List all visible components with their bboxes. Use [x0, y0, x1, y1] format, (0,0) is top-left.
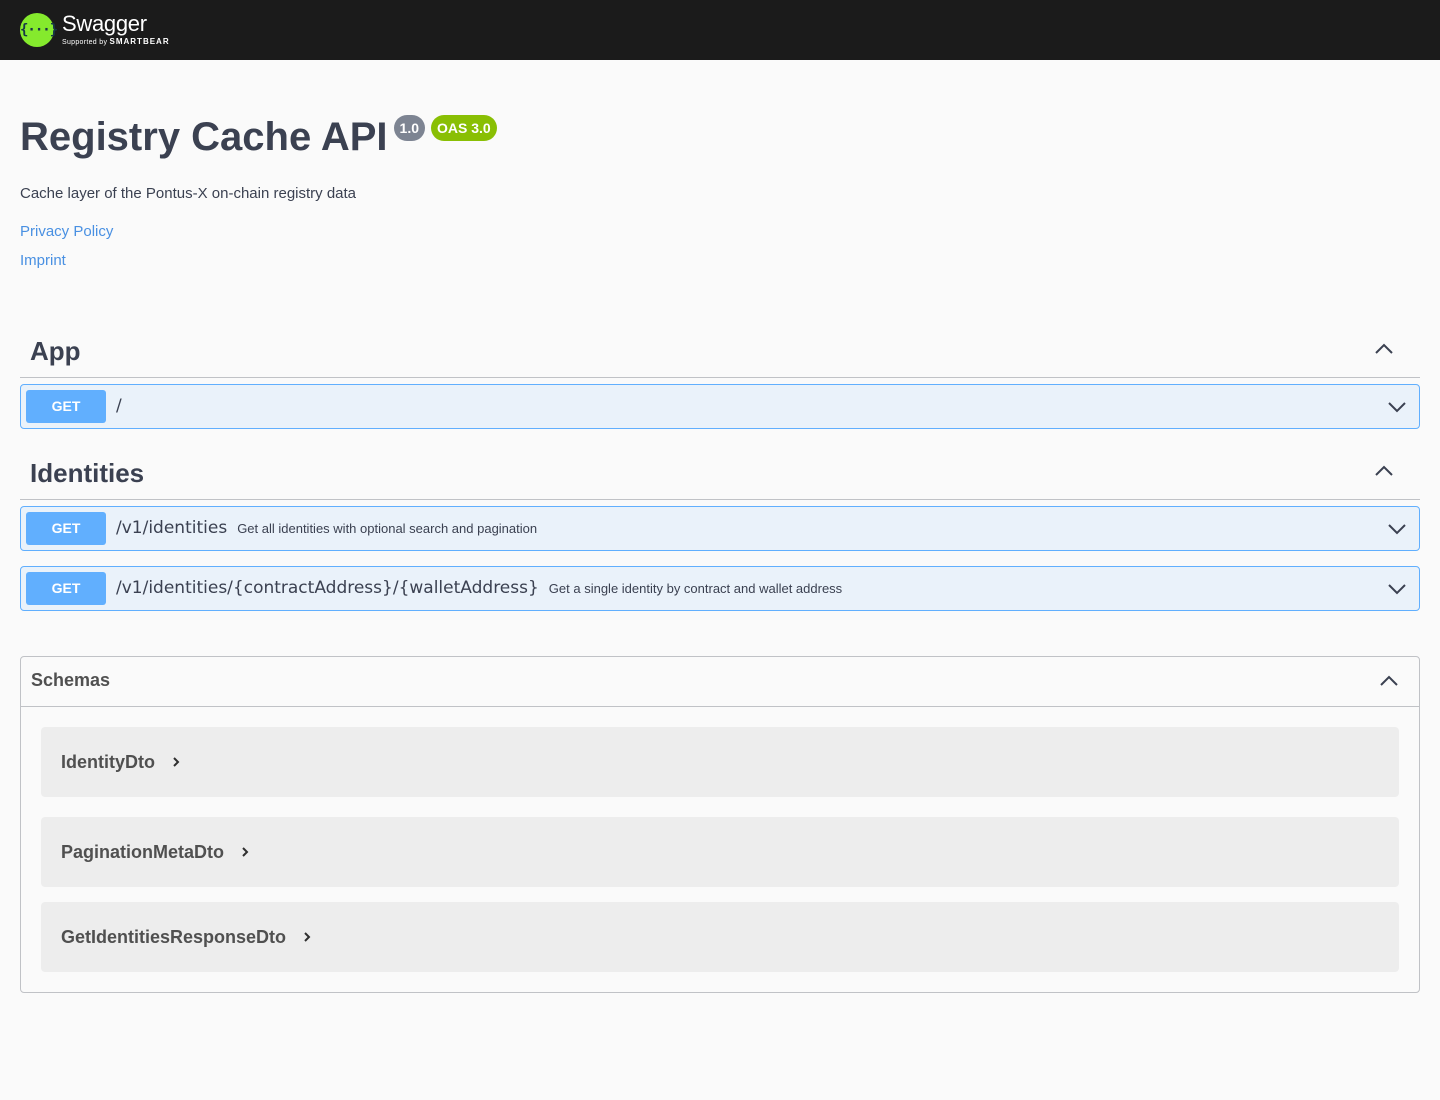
schema-item[interactable]: IdentityDto [41, 727, 1399, 797]
chevron-up-icon[interactable] [1374, 461, 1394, 481]
schemas-title: Schemas [31, 670, 111, 690]
oas-badge: OAS 3.0 [431, 115, 497, 141]
privacy-policy-link[interactable]: Privacy Policy [20, 222, 113, 242]
method-badge: GET [26, 512, 106, 545]
api-title: Registry Cache API 1.0 OAS 3.0 [20, 110, 497, 164]
opblock-get-identities[interactable]: GET /v1/identities Get all identities wit… [20, 506, 1420, 551]
chevron-down-icon[interactable] [1387, 397, 1407, 417]
chevron-right-icon[interactable] [240, 845, 250, 859]
tag-title: Identities [30, 458, 145, 488]
opblock-get-root[interactable]: GET / [20, 384, 1420, 429]
swagger-logo[interactable]: {···} Swagger Supported by SMARTBEAR [20, 10, 170, 50]
opblock-get-identity[interactable]: GET /v1/identities/{contractAddress}/{wa… [20, 566, 1420, 611]
tag-title: App [30, 336, 81, 366]
operation-summary: Get a single identity by contract and wa… [548, 581, 843, 596]
schema-name: PaginationMetaDto [61, 840, 250, 864]
schema-name: GetIdentitiesResponseDto [61, 925, 312, 949]
logo-name: Swagger [62, 10, 147, 36]
logo-text: Swagger Supported by SMARTBEAR [62, 10, 170, 48]
chevron-right-icon[interactable] [171, 755, 181, 769]
schema-name: IdentityDto [61, 750, 181, 774]
schema-item[interactable]: GetIdentitiesResponseDto [41, 902, 1399, 972]
logo-subtitle: Supported by SMARTBEAR [62, 36, 170, 46]
api-description: Cache layer of the Pontus-X on-chain reg… [20, 185, 357, 202]
schemas-header[interactable]: Schemas [21, 657, 1419, 707]
chevron-right-icon[interactable] [302, 930, 312, 944]
operation-summary: Get all identities with optional search … [237, 521, 538, 536]
chevron-down-icon[interactable] [1387, 579, 1407, 599]
tag-identities-header[interactable]: Identities [20, 450, 1420, 500]
version-badge: 1.0 [393, 115, 426, 141]
method-badge: GET [26, 572, 106, 605]
schema-item[interactable]: PaginationMetaDto [41, 817, 1399, 887]
operation-path: / [116, 396, 122, 416]
tag-app-header[interactable]: App [20, 328, 1420, 378]
chevron-up-icon[interactable] [1374, 339, 1394, 359]
operation-path: /v1/identities Get all identities with op… [116, 518, 538, 538]
method-badge: GET [26, 390, 106, 423]
operation-path: /v1/identities/{contractAddress}/{wallet… [116, 578, 843, 598]
topbar: {···} Swagger Supported by SMARTBEAR [0, 0, 1440, 60]
chevron-up-icon[interactable] [1379, 671, 1399, 691]
imprint-link[interactable]: Imprint [20, 251, 66, 271]
chevron-down-icon[interactable] [1387, 519, 1407, 539]
swagger-logo-icon: {···} [20, 13, 58, 47]
schemas-section: Schemas IdentityDto PaginationMetaDto Ge… [20, 656, 1420, 993]
